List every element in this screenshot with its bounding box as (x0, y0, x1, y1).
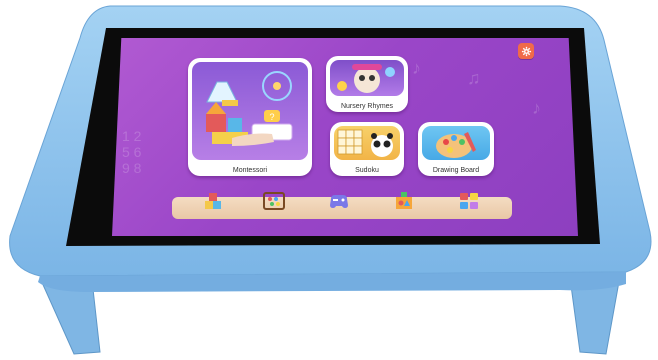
music-note-decor: ♪ (412, 58, 421, 78)
app-card-sudoku[interactable]: Sudoku (330, 122, 404, 176)
app-card-drawing-board[interactable]: Drawing Board (418, 122, 494, 176)
interactive-kids-table: ♪ ♫ ♪ 1 25 69 8 ? Montessori Nursery Rhy… (0, 0, 658, 360)
blocks-icon (205, 193, 221, 209)
app-label: Montessori (232, 167, 268, 174)
bottom-dock (172, 192, 512, 219)
dock-item-color-blocks[interactable] (457, 189, 481, 213)
settings-button[interactable] (518, 43, 534, 59)
abacus-icon (263, 192, 285, 210)
dock-item-blocks[interactable] (202, 189, 226, 213)
dock-item-shape-sorter[interactable] (392, 189, 416, 213)
gear-icon (521, 46, 531, 56)
number-grid-decor: 1 25 69 8 (122, 128, 142, 176)
dock-item-gamepad[interactable] (327, 189, 351, 213)
app-label: Drawing Board (432, 167, 480, 174)
drawing-board-icon (436, 132, 476, 158)
gamepad-icon (330, 195, 348, 208)
music-note-decor: ♫ (467, 68, 481, 88)
dock-item-abacus[interactable] (262, 189, 286, 213)
app-label: Sudoku (355, 167, 379, 174)
music-note-decor: ♪ (532, 98, 541, 118)
app-label: Nursery Rhymes (340, 103, 394, 110)
touch-screen[interactable]: ♪ ♫ ♪ 1 25 69 8 ? Montessori Nursery Rhy… (112, 38, 578, 236)
nursery-rhymes-icon (337, 64, 395, 93)
svg-text:?: ? (269, 112, 274, 122)
color-blocks-icon (460, 193, 478, 209)
shape-sorter-icon (396, 192, 412, 209)
montessori-icon: ? (206, 71, 293, 146)
sudoku-icon (337, 129, 393, 157)
app-card-nursery-rhymes[interactable]: Nursery Rhymes (326, 56, 408, 112)
app-card-montessori[interactable]: ? Montessori (188, 58, 312, 176)
